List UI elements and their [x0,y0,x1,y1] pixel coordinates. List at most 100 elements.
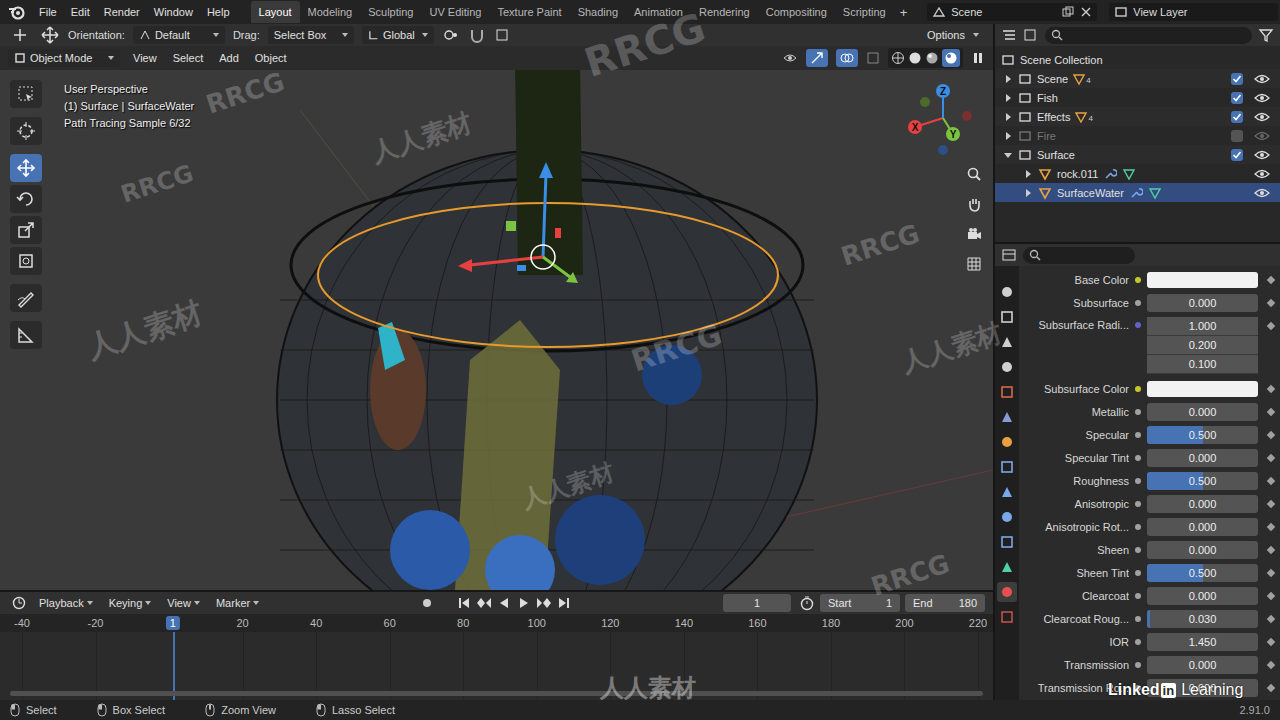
overlay-toggle[interactable] [836,49,858,67]
play-icon[interactable] [517,596,531,610]
slider-field[interactable]: 0.000 [1147,449,1258,467]
jump-start-icon[interactable] [457,596,471,610]
pause-render-icon[interactable] [971,51,985,65]
keyframe-dot[interactable] [1267,476,1275,484]
menu-item[interactable]: Help [200,6,237,18]
keyframe-dot[interactable] [1267,453,1275,461]
expand-arrow-icon[interactable] [1003,112,1013,122]
tool-button[interactable] [10,284,42,312]
slider-field[interactable]: 0.000 [1147,403,1258,421]
solid-shading-icon[interactable] [908,51,922,65]
expand-arrow-icon[interactable] [1023,188,1033,198]
workspace-tab[interactable]: Shading [570,1,626,23]
number-field[interactable]: 1.450 [1147,633,1258,651]
tool-button[interactable] [10,154,42,182]
menu-item[interactable]: Edit [64,6,97,18]
timeline-menu[interactable]: View [160,597,207,609]
socket-dot[interactable] [1135,547,1141,553]
viewport-menu-item[interactable]: View [126,52,164,64]
collection-row[interactable]: Effects 4 [995,107,1280,126]
slider-field[interactable]: 0.030 [1147,610,1258,628]
keyframe-dot[interactable] [1267,637,1275,645]
properties-search[interactable] [1023,247,1135,264]
viewport-menu-item[interactable]: Select [166,52,211,64]
keyframe-dot[interactable] [1267,683,1275,691]
expand-arrow-icon[interactable] [1023,169,1033,179]
mesh-data-icon[interactable] [1148,186,1162,200]
vector-field[interactable]: 0.200 [1147,336,1258,355]
properties-tab[interactable] [997,407,1017,427]
timeline-editor-dropdown[interactable] [8,596,30,610]
properties-tab[interactable] [997,307,1017,327]
vector-field[interactable]: 1.000 [1147,317,1258,336]
move-tool-icon[interactable] [40,25,60,45]
socket-dot[interactable] [1135,432,1141,438]
exclude-checkbox[interactable] [1231,130,1243,142]
rendered-shading-toggle[interactable] [942,49,960,67]
slider-field[interactable]: 0.500 [1147,564,1258,582]
view-layer-selector[interactable]: View Layer [1109,3,1278,21]
tool-button[interactable] [10,321,42,349]
eye-icon[interactable] [1254,167,1270,181]
slider-field[interactable]: 0.000 [1147,587,1258,605]
collection-row[interactable]: Scene 4 [995,69,1280,88]
properties-tab[interactable] [997,582,1017,602]
filter-icon[interactable] [1258,28,1274,42]
timeline-menu[interactable]: Keying [102,597,159,609]
collection-row[interactable]: Fish [995,88,1280,107]
keyframe-dot[interactable] [1267,275,1275,283]
socket-dot[interactable] [1135,322,1141,328]
tool-button[interactable] [10,216,42,244]
eye-icon[interactable] [1254,91,1270,105]
properties-tab[interactable] [997,432,1017,452]
slider-field[interactable]: 0.000 [1147,294,1258,312]
auto-keying-button[interactable] [423,599,431,607]
menu-item[interactable]: File [32,6,64,18]
socket-dot[interactable] [1135,478,1141,484]
tool-button[interactable] [10,247,42,275]
workspace-tab[interactable]: Layout [251,1,300,23]
drag-dropdown[interactable]: Select Box [268,26,354,44]
keyframe-dot[interactable] [1267,660,1275,668]
xray-icon[interactable] [866,51,880,65]
mode-dropdown[interactable]: Object Mode [8,49,120,67]
keyframe-dot[interactable] [1267,430,1275,438]
socket-dot[interactable] [1135,593,1141,599]
scene-selector[interactable]: Scene [927,3,1097,21]
wrench-icon[interactable] [1129,186,1143,200]
viewport-menu-item[interactable]: Add [212,52,246,64]
keyframe-dot[interactable] [1267,322,1275,330]
socket-dot[interactable] [1135,662,1141,668]
snap-icon[interactable] [468,27,486,43]
properties-tab[interactable] [997,607,1017,627]
keyframe-dot[interactable] [1267,614,1275,622]
eye-icon[interactable] [1254,129,1270,143]
socket-dot[interactable] [1135,524,1141,530]
slider-field[interactable]: 0.500 [1147,426,1258,444]
camera-button[interactable] [962,222,986,246]
eye-icon[interactable] [1254,110,1270,124]
workspace-tab[interactable]: Modeling [300,1,361,23]
vector-field[interactable]: 0.100 [1147,355,1258,374]
orientation-dropdown[interactable]: Default [133,26,225,44]
blender-logo-icon[interactable] [8,3,26,21]
object-row[interactable]: rock.011 [995,164,1280,183]
properties-tab[interactable] [997,557,1017,577]
tool-button[interactable] [10,117,42,145]
slider-field[interactable]: 0.000 [1147,541,1258,559]
expand-arrow-icon[interactable] [1003,74,1013,84]
keyframe-dot[interactable] [1267,499,1275,507]
current-frame-field[interactable]: 1 [723,594,791,612]
visibility-icon[interactable] [782,50,798,66]
socket-dot[interactable] [1135,639,1141,645]
eye-icon[interactable] [1254,72,1270,86]
socket-dot[interactable] [1135,501,1141,507]
properties-tab[interactable] [997,507,1017,527]
eye-icon[interactable] [1254,186,1270,200]
menu-item[interactable]: Render [97,6,147,18]
color-swatch[interactable] [1147,381,1258,397]
start-frame-field[interactable]: Start1 [820,594,900,612]
prev-keyframe-icon[interactable] [477,596,491,610]
object-row[interactable]: SurfaceWater [995,183,1280,202]
socket-dot[interactable] [1135,455,1141,461]
